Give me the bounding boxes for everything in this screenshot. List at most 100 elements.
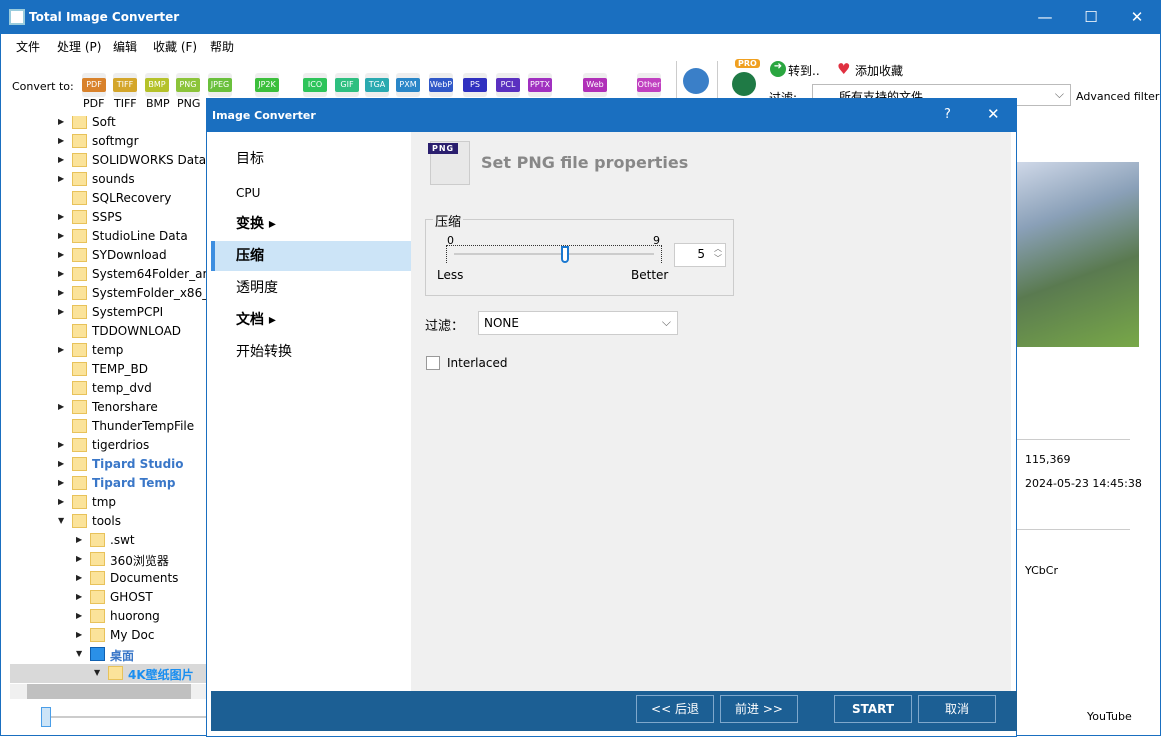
menu-process[interactable]: 处理 (P) [57, 38, 101, 55]
add-favorite-button[interactable]: 添加收藏 [855, 62, 903, 79]
format-tiff-button[interactable]: TIFF [113, 73, 137, 97]
goto-button[interactable]: 转到.. [788, 62, 820, 79]
nav-item[interactable]: 透明度 [211, 273, 411, 303]
png-filter-select[interactable]: NONE ⌵ [478, 311, 678, 335]
nav-item[interactable]: 压缩 [211, 241, 411, 271]
nav-item[interactable]: 开始转换 [211, 337, 411, 367]
nav-item[interactable]: 文档 ▸ [211, 305, 411, 335]
expand-icon[interactable]: ▶ [76, 573, 82, 582]
expand-icon[interactable]: ▶ [58, 231, 64, 240]
expand-icon[interactable]: ▶ [58, 155, 64, 164]
youtube-link[interactable]: YouTube [1087, 710, 1132, 723]
excel-icon[interactable] [732, 72, 756, 96]
tree-item[interactable]: ▶ My Doc [1, 626, 206, 645]
expand-icon[interactable]: ▶ [58, 307, 64, 316]
tree-item[interactable]: ▶ Soft [1, 116, 206, 132]
tree-item[interactable]: ThunderTempFile [1, 417, 206, 436]
tree-item[interactable]: ▶ Tipard Temp [1, 474, 206, 493]
tree-item[interactable]: ▶ temp [1, 341, 206, 360]
dialog-close-button[interactable]: ✕ [987, 105, 1000, 123]
compression-slider-thumb[interactable] [561, 246, 570, 263]
interlaced-checkbox[interactable] [426, 356, 440, 370]
format-web-button[interactable]: Web [583, 73, 607, 97]
tree-item[interactable]: ▶ SYDownload [1, 246, 206, 265]
spin-arrows-icon[interactable]: ︿ ﹀ [714, 244, 722, 264]
tree-item[interactable]: ▶ System64Folder_am [1, 265, 206, 284]
collapse-icon[interactable]: ▼ [94, 668, 100, 677]
tree-item[interactable]: temp_dvd [1, 379, 206, 398]
interlaced-label[interactable]: Interlaced [447, 356, 507, 370]
tree-item[interactable]: ▶ SystemPCPI [1, 303, 206, 322]
tree-item[interactable]: ▶ tmp [1, 493, 206, 512]
format-other-button[interactable]: Other [637, 73, 661, 97]
folder-tree[interactable]: ▶ Soft ▶ softmgr ▶ SOLIDWORKS Data ▶ sounds SQLR… [1, 116, 206, 691]
expand-icon[interactable]: ▶ [58, 136, 64, 145]
format-pdf-button[interactable]: PDF [82, 73, 106, 97]
tree-item[interactable]: ▼ 桌面 [1, 645, 206, 664]
advanced-filter-link[interactable]: Advanced filter [1076, 90, 1159, 103]
close-button[interactable]: ✕ [1117, 5, 1157, 29]
collapse-icon[interactable]: ▼ [76, 649, 82, 658]
expand-icon[interactable]: ▶ [58, 402, 64, 411]
tree-hscrollbar[interactable] [10, 684, 206, 699]
collapse-icon[interactable]: ▼ [58, 516, 64, 525]
nav-item[interactable]: 目标 [211, 144, 411, 174]
compression-slider-track[interactable] [454, 253, 654, 255]
format-jp2k-button[interactable]: JP2K [255, 73, 279, 97]
expand-icon[interactable]: ▶ [58, 117, 64, 126]
back-button[interactable]: << 后退 [636, 695, 714, 723]
expand-icon[interactable]: ▶ [58, 345, 64, 354]
minimize-button[interactable]: — [1025, 5, 1065, 29]
expand-icon[interactable]: ▶ [58, 174, 64, 183]
tree-item[interactable]: ▶ 360浏览器 [1, 550, 206, 569]
format-ico-button[interactable]: ICO [303, 73, 327, 97]
nav-item[interactable]: 变换 ▸ [211, 209, 411, 239]
help-button[interactable]: ? [944, 107, 951, 122]
menu-favorites[interactable]: 收藏 (F) [153, 38, 197, 55]
expand-icon[interactable]: ▶ [58, 459, 64, 468]
tree-item[interactable]: ▶ SSPS [1, 208, 206, 227]
tree-item[interactable]: ▶ tigerdrios [1, 436, 206, 455]
tree-item[interactable]: ▶ Documents [1, 569, 206, 588]
format-bmp-button[interactable]: BMP [145, 73, 169, 97]
tree-item[interactable]: ▶ StudioLine Data [1, 227, 206, 246]
next-button[interactable]: 前进 >> [720, 695, 798, 723]
expand-icon[interactable]: ▶ [58, 250, 64, 259]
format-ps-button[interactable]: PS [463, 73, 487, 97]
tree-item[interactable]: ▶ .swt [1, 531, 206, 550]
expand-icon[interactable]: ▶ [76, 611, 82, 620]
format-tga-button[interactable]: TGA [365, 73, 389, 97]
expand-icon[interactable]: ▶ [76, 535, 82, 544]
tree-item[interactable]: ▶ GHOST [1, 588, 206, 607]
expand-icon[interactable]: ▶ [76, 554, 82, 563]
format-pptx-button[interactable]: PPTX [528, 73, 552, 97]
expand-icon[interactable]: ▶ [58, 212, 64, 221]
cancel-button[interactable]: 取消 [918, 695, 996, 723]
tree-item[interactable]: ▶ huorong [1, 607, 206, 626]
expand-icon[interactable]: ▶ [76, 592, 82, 601]
format-gif-button[interactable]: GIF [335, 73, 359, 97]
expand-icon[interactable]: ▶ [58, 269, 64, 278]
menu-file[interactable]: 文件 [16, 38, 40, 55]
menu-help[interactable]: 帮助 [210, 38, 234, 55]
menu-edit[interactable]: 编辑 [113, 38, 137, 55]
start-button[interactable]: START [834, 695, 912, 723]
maximize-button[interactable]: ☐ [1071, 5, 1111, 29]
expand-icon[interactable]: ▶ [58, 288, 64, 297]
tree-item[interactable]: SQLRecovery [1, 189, 206, 208]
compression-spinbox[interactable]: 5 ︿ ﹀ [674, 243, 726, 267]
tree-item[interactable]: ▶ sounds [1, 170, 206, 189]
tree-item[interactable]: ▶ softmgr [1, 132, 206, 151]
format-png-button[interactable]: PNG [176, 73, 200, 97]
format-jpeg-button[interactable]: JPEG [208, 73, 232, 97]
expand-icon[interactable]: ▶ [58, 497, 64, 506]
print-icon[interactable] [683, 68, 709, 94]
format-pcl-button[interactable]: PCL [496, 73, 520, 97]
tree-item[interactable]: ▶ Tipard Studio [1, 455, 206, 474]
tree-item[interactable]: ▼ 4K壁纸图片 [10, 664, 206, 683]
tree-item[interactable]: ▶ SOLIDWORKS Data [1, 151, 206, 170]
expand-icon[interactable]: ▶ [76, 630, 82, 639]
tree-item[interactable]: ▶ Tenorshare [1, 398, 206, 417]
tree-item[interactable]: TDDOWNLOAD [1, 322, 206, 341]
nav-item[interactable]: CPU [211, 178, 411, 208]
